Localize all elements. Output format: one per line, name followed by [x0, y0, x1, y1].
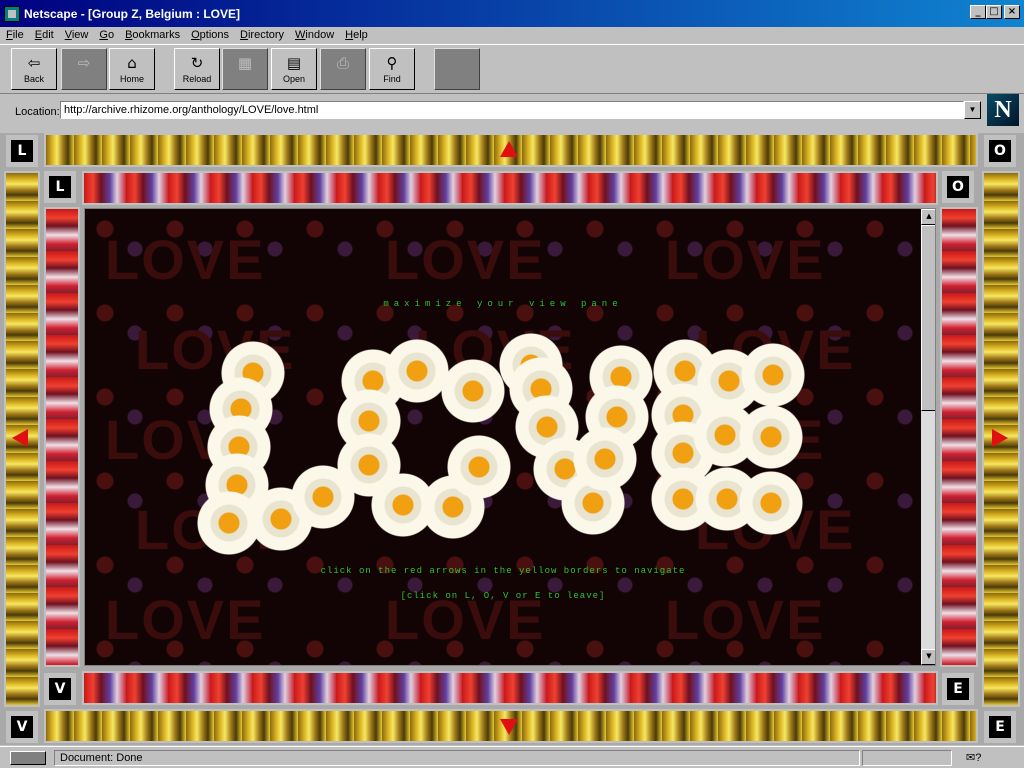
- stop-button[interactable]: [434, 48, 480, 90]
- daisy-flower: [441, 359, 505, 423]
- maximize-instruction: maximize your view pane: [383, 299, 623, 309]
- close-button[interactable]: ×: [1004, 5, 1020, 19]
- status-bar: Document: Done ✉?: [0, 746, 1024, 768]
- letter-l: L: [11, 140, 33, 162]
- print-icon: ⎙: [336, 54, 349, 72]
- letter-e-bottom-right[interactable]: E: [984, 711, 1016, 743]
- menu-bar: File Edit View Go Bookmarks Options Dire…: [0, 27, 1024, 43]
- find-icon: ⚲: [386, 54, 398, 72]
- menu-directory[interactable]: Directory: [240, 29, 284, 41]
- red-arrow-right[interactable]: [992, 429, 1008, 447]
- menu-go[interactable]: Go: [99, 29, 114, 41]
- letter-e: E: [989, 716, 1011, 738]
- find-label: Find: [383, 74, 401, 84]
- bg-love-word: LOVE: [385, 228, 546, 291]
- security-key-icon[interactable]: [10, 751, 46, 765]
- home-icon: ⌂: [127, 54, 137, 72]
- location-dropdown-button[interactable]: ▼: [964, 101, 981, 119]
- location-bar: Location: http://archive.rhizome.org/ant…: [0, 97, 984, 127]
- minimize-button[interactable]: _: [970, 5, 986, 19]
- daisy-flower: [447, 435, 511, 499]
- flower-border-right: [940, 207, 978, 667]
- red-arrow-left[interactable]: [12, 429, 28, 447]
- stop-icon: [435, 52, 479, 74]
- images-icon: ▦: [237, 54, 253, 72]
- daisy-flower: [739, 405, 803, 469]
- daisy-flower: [573, 427, 637, 491]
- menu-help[interactable]: Help: [345, 29, 368, 41]
- window-title: Netscape - [Group Z, Belgium : LOVE]: [24, 6, 241, 21]
- location-input[interactable]: http://archive.rhizome.org/anthology/LOV…: [60, 101, 964, 119]
- letter-l-top-left[interactable]: L: [6, 135, 38, 167]
- bg-love-word: LOVE: [665, 228, 826, 291]
- open-icon: ▤: [286, 54, 302, 72]
- maximize-button[interactable]: □: [986, 5, 1002, 19]
- reload-icon: ↻: [190, 54, 204, 72]
- open-button[interactable]: ▤ Open: [271, 48, 317, 90]
- red-arrow-down[interactable]: [500, 719, 518, 735]
- letter-e-inner[interactable]: E: [942, 673, 974, 705]
- flower-border-left: [44, 207, 80, 667]
- love-inner-frame: LOVE LOVE LOVE LOVE LOVE LOVE LOVE LOVE …: [84, 208, 936, 666]
- find-button[interactable]: ⚲ Find: [369, 48, 415, 90]
- back-button[interactable]: ⇦ Back: [11, 48, 57, 90]
- status-progress-box: [862, 750, 952, 766]
- bg-love-word: LOVE: [105, 228, 266, 291]
- red-arrow-up[interactable]: [500, 141, 518, 157]
- navigate-instruction: click on the red arrows in the yellow bo…: [320, 566, 686, 576]
- menu-view[interactable]: View: [65, 29, 89, 41]
- letter-v: V: [11, 716, 33, 738]
- letter-e: E: [947, 678, 969, 700]
- menu-edit[interactable]: Edit: [35, 29, 54, 41]
- inner-frame-scrollbar[interactable]: ▲ ▼: [921, 209, 935, 665]
- letter-v-inner[interactable]: V: [44, 673, 76, 705]
- flower-border-top: [82, 171, 938, 205]
- home-button[interactable]: ⌂ Home: [109, 48, 155, 90]
- daisy-flower: [385, 339, 449, 403]
- forward-arrow-icon: ⇨: [77, 54, 91, 72]
- menu-options[interactable]: Options: [191, 29, 229, 41]
- letter-v: V: [49, 678, 71, 700]
- letter-o-inner[interactable]: O: [942, 171, 974, 203]
- back-label: Back: [23, 74, 44, 84]
- scroll-thumb[interactable]: [921, 225, 935, 411]
- netscape-logo[interactable]: N: [987, 94, 1019, 126]
- reload-button[interactable]: ↻ Reload: [174, 48, 220, 90]
- daisy-flower: [739, 471, 803, 535]
- location-label: Location:: [15, 106, 60, 118]
- menu-bookmarks[interactable]: Bookmarks: [125, 29, 180, 41]
- letter-o: O: [947, 176, 969, 198]
- back-arrow-icon: ⇦: [27, 54, 41, 72]
- open-label: Open: [282, 74, 306, 84]
- home-label: Home: [119, 74, 144, 84]
- print-button[interactable]: ⎙: [320, 48, 366, 90]
- daisy-flower: [741, 343, 805, 407]
- love-background-pattern: LOVE LOVE LOVE LOVE LOVE LOVE LOVE LOVE …: [85, 209, 921, 665]
- letter-o-top-right[interactable]: O: [984, 135, 1016, 167]
- forward-button[interactable]: ⇨: [61, 48, 107, 90]
- images-button[interactable]: ▦: [222, 48, 268, 90]
- status-text: Document: Done: [54, 750, 860, 766]
- letter-o: O: [989, 140, 1011, 162]
- menu-file[interactable]: File: [6, 29, 24, 41]
- letter-l-inner[interactable]: L: [44, 171, 76, 203]
- reload-label: Reload: [182, 74, 212, 84]
- toolbar: ⇦ Back ⇨ ⌂ Home ↻ Reload ▦ ▤ Open ⎙ ⚲ Fi…: [0, 44, 1024, 94]
- mail-help-icons[interactable]: ✉?: [966, 751, 981, 764]
- letter-l: L: [49, 176, 71, 198]
- menu-window[interactable]: Window: [295, 29, 334, 41]
- scroll-up-button[interactable]: ▲: [921, 209, 935, 225]
- letter-v-bottom-left[interactable]: V: [6, 711, 38, 743]
- flower-border-bottom: [82, 671, 938, 705]
- scroll-down-button[interactable]: ▼: [921, 649, 935, 665]
- title-bar: Netscape - [Group Z, Belgium : LOVE] _ □…: [0, 0, 1024, 27]
- netscape-app-icon: [4, 5, 20, 22]
- leave-instruction[interactable]: [click on L, O, V or E to leave]: [85, 591, 921, 601]
